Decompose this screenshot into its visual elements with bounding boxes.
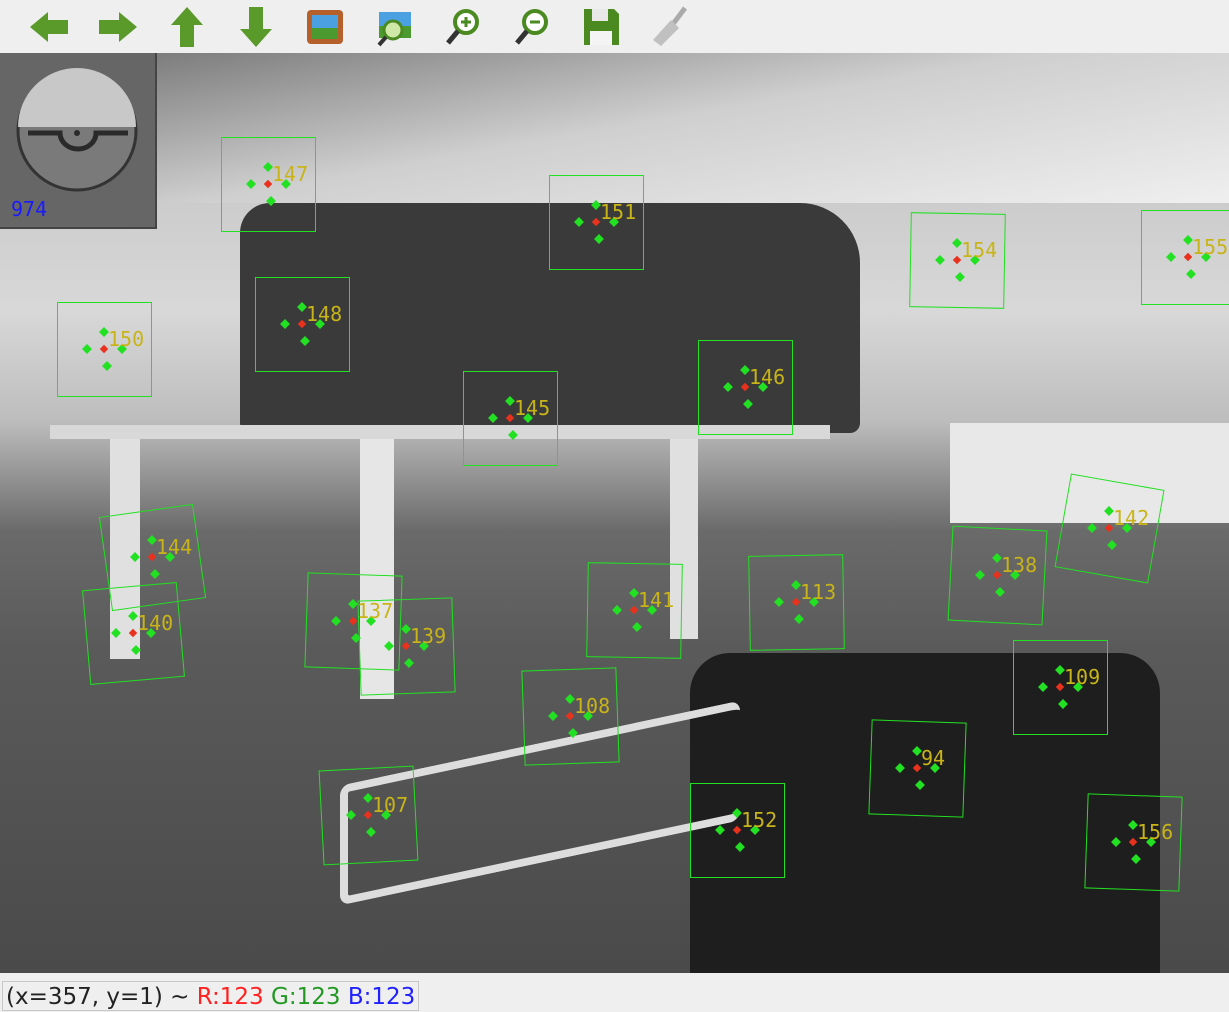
track-id-label: 142 xyxy=(1113,506,1150,530)
image-zoom-icon xyxy=(376,11,411,46)
track-id-label: 154 xyxy=(961,238,998,262)
track-id-label: 155 xyxy=(1192,235,1229,259)
arrow-left-icon xyxy=(29,11,68,42)
track-id-label: 113 xyxy=(800,580,837,604)
pan-down-button[interactable] xyxy=(221,3,290,51)
track-id-label: 146 xyxy=(749,365,786,389)
status-bar: (x=357, y=1) ~ R:123 G:123 B:123 xyxy=(0,973,1229,1012)
track-id-label: 140 xyxy=(137,611,174,635)
arrow-right-icon xyxy=(98,11,137,42)
blue-value: B:123 xyxy=(347,984,416,1010)
arrow-down-icon xyxy=(239,6,272,47)
green-value: G:123 xyxy=(271,984,341,1010)
zoom-in-button[interactable] xyxy=(428,3,497,51)
pan-up-button[interactable] xyxy=(152,3,221,51)
track-id-label: 152 xyxy=(741,808,778,832)
track-id-label: 148 xyxy=(306,302,343,326)
track-id-label: 141 xyxy=(638,588,675,612)
cursor-coords: (x=357, y=1) ~ xyxy=(6,984,197,1010)
track-id-label: 145 xyxy=(514,396,551,420)
compass-widget: 974 xyxy=(0,53,157,229)
attitude-indicator-icon xyxy=(16,68,138,192)
save-icon xyxy=(583,8,619,45)
track-id-label: 138 xyxy=(1001,553,1038,577)
zoom-fit-button[interactable] xyxy=(359,3,428,51)
track-id-label: 139 xyxy=(410,624,447,648)
track-id-label: 147 xyxy=(272,162,309,186)
zoom-out-icon xyxy=(514,8,548,45)
image-view[interactable]: 974 147 151 154 155 150 148 145 146 142 144 140 137… xyxy=(0,53,1229,973)
pixel-info: (x=357, y=1) ~ R:123 G:123 B:123 xyxy=(2,981,420,1011)
toolbar xyxy=(0,0,1229,53)
track-id-label: 108 xyxy=(574,694,611,718)
brush-icon xyxy=(652,6,687,46)
track-id-label: 150 xyxy=(108,327,145,351)
track-id-label: 94 xyxy=(921,746,946,770)
frame-count: 974 xyxy=(11,197,48,221)
save-button[interactable] xyxy=(566,3,635,51)
image-icon xyxy=(306,9,343,44)
zoom-out-button[interactable] xyxy=(497,3,566,51)
track-id-label: 151 xyxy=(600,200,637,224)
track-id-label: 109 xyxy=(1064,665,1101,689)
pan-right-button[interactable] xyxy=(83,3,152,51)
properties-button[interactable] xyxy=(635,3,704,51)
red-value: R:123 xyxy=(196,984,264,1010)
zoom-original-button[interactable] xyxy=(290,3,359,51)
track-id-label: 156 xyxy=(1137,820,1174,844)
arrow-up-icon xyxy=(170,6,203,47)
track-id-label: 107 xyxy=(372,793,409,817)
pan-left-button[interactable] xyxy=(14,3,83,51)
zoom-in-icon xyxy=(445,8,479,45)
track-id-label: 144 xyxy=(156,535,193,559)
